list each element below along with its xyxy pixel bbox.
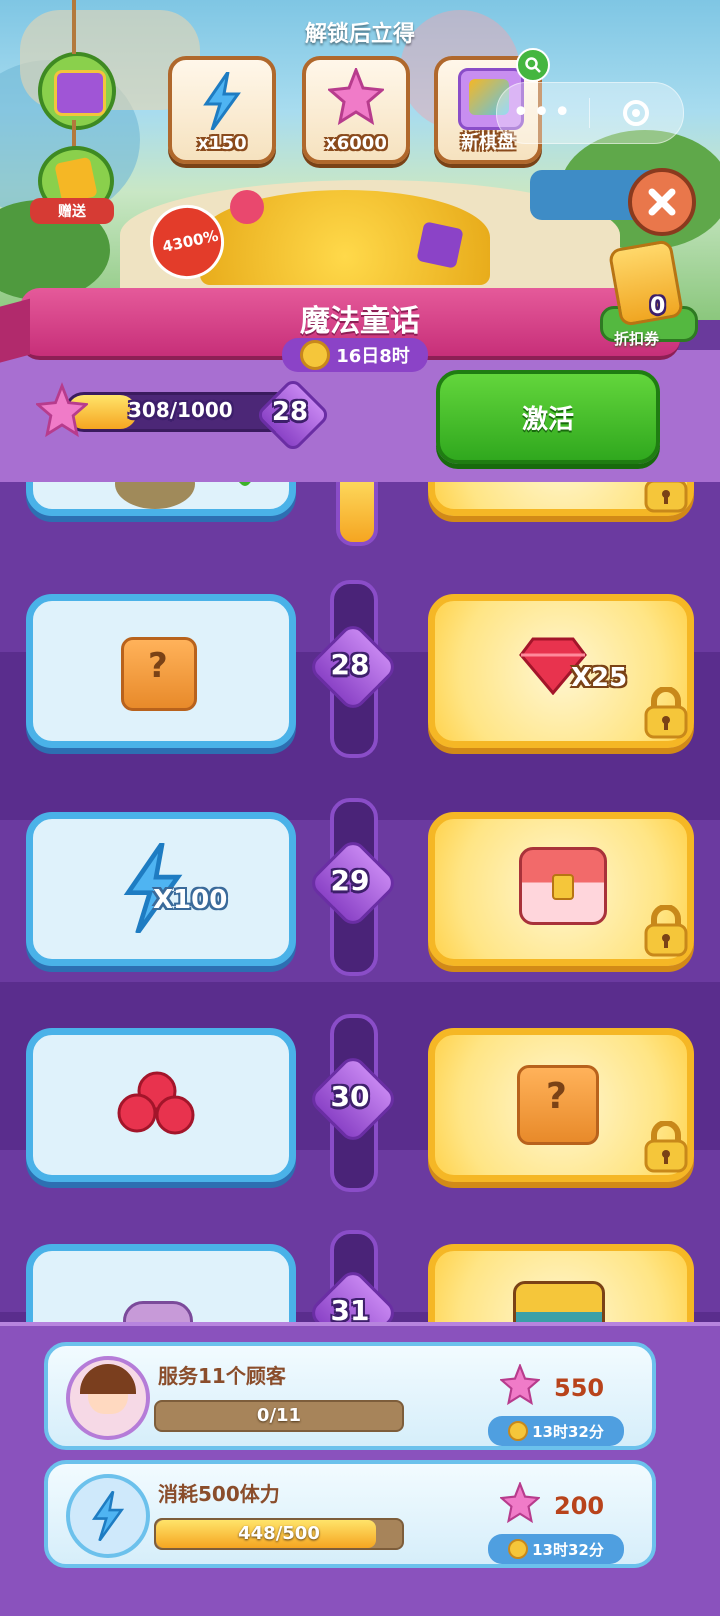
reward-quantity: X100: [153, 885, 228, 915]
level-node: 28: [306, 620, 400, 714]
unlock-title: 解锁后立得: [304, 22, 415, 47]
checkmark-icon: [223, 482, 283, 493]
star-icon: [498, 1480, 542, 1528]
close-icon[interactable]: [628, 168, 696, 236]
level-node: 29: [306, 836, 400, 930]
lightning-icon: [202, 71, 242, 131]
alarm-clock-icon: [508, 1421, 529, 1441]
premium-reward-card[interactable]: X25: [428, 594, 694, 748]
avatar: [66, 1356, 150, 1440]
level-node: 30: [306, 1052, 400, 1146]
miniprogram-capsule: •••: [496, 82, 684, 144]
free-reward-card[interactable]: X100: [26, 812, 296, 966]
gift-label: 赠送: [30, 198, 114, 224]
task-timer: 13时32分: [488, 1416, 624, 1446]
task-card[interactable]: 服务11个顾客 0/11 550 13时32分: [44, 1342, 656, 1450]
mystery-box-icon: ?: [517, 1065, 599, 1145]
lock-icon: [643, 482, 689, 517]
coupon-icon: [607, 239, 685, 327]
free-reward-card[interactable]: [26, 1028, 296, 1182]
energy-avatar: [66, 1474, 150, 1558]
lock-icon: [643, 1120, 689, 1177]
alarm-clock-icon: [300, 340, 331, 370]
task-reward: 200: [554, 1492, 605, 1520]
chest-icon: [519, 847, 607, 925]
activate-button[interactable]: 激活: [436, 370, 660, 464]
gift-bundle-icon[interactable]: [38, 52, 116, 130]
points-progress: 308/1000 28: [34, 376, 332, 454]
task-progress: 0/11: [154, 1400, 404, 1432]
alarm-clock-icon: [508, 1539, 529, 1559]
lightning-icon: [91, 1491, 125, 1541]
free-reward-card[interactable]: ?: [26, 594, 296, 748]
level-badge: 28: [254, 376, 332, 454]
coupon-count: 0: [650, 294, 666, 319]
star-icon: [326, 65, 386, 126]
lock-icon: [643, 904, 689, 961]
star-icon: [34, 382, 90, 440]
mystery-box-icon: ?: [121, 637, 197, 711]
star-icon: [498, 1362, 542, 1410]
task-panel: 服务11个顾客 0/11 550 13时32分 消耗500体力 448/500 …: [0, 1322, 720, 1616]
task-timer: 13时32分: [488, 1534, 624, 1564]
premium-reward-card[interactable]: ?: [428, 1028, 694, 1182]
close-capsule-icon[interactable]: [590, 83, 682, 143]
coupon-label: 折扣券: [614, 330, 660, 348]
more-menu-icon[interactable]: •••: [497, 83, 589, 143]
progress-text: 308/1000: [128, 398, 233, 422]
gems-icon: [113, 1071, 201, 1141]
task-title: 消耗500体力: [158, 1482, 280, 1506]
search-icon[interactable]: [516, 48, 550, 82]
unlock-reward-energy: x150: [168, 56, 276, 164]
unlock-reward-stars: x6000: [302, 56, 410, 164]
event-timer: 16日8时: [282, 338, 428, 372]
lock-icon: [643, 686, 689, 743]
task-reward: 550: [554, 1374, 605, 1402]
task-title: 服务11个顾客: [158, 1364, 286, 1388]
task-progress: 448/500: [154, 1518, 404, 1550]
free-reward-card[interactable]: [26, 482, 296, 516]
reward-track[interactable]: ? 28 X25 X100 29 30 ? 31: [0, 482, 720, 1362]
coupon-widget[interactable]: 0 折扣券: [596, 239, 698, 348]
premium-reward-card[interactable]: [428, 812, 694, 966]
reward-quantity: X25: [571, 663, 628, 693]
task-card[interactable]: 消耗500体力 448/500 200 13时32分: [44, 1460, 656, 1568]
premium-reward-card[interactable]: [428, 482, 694, 516]
